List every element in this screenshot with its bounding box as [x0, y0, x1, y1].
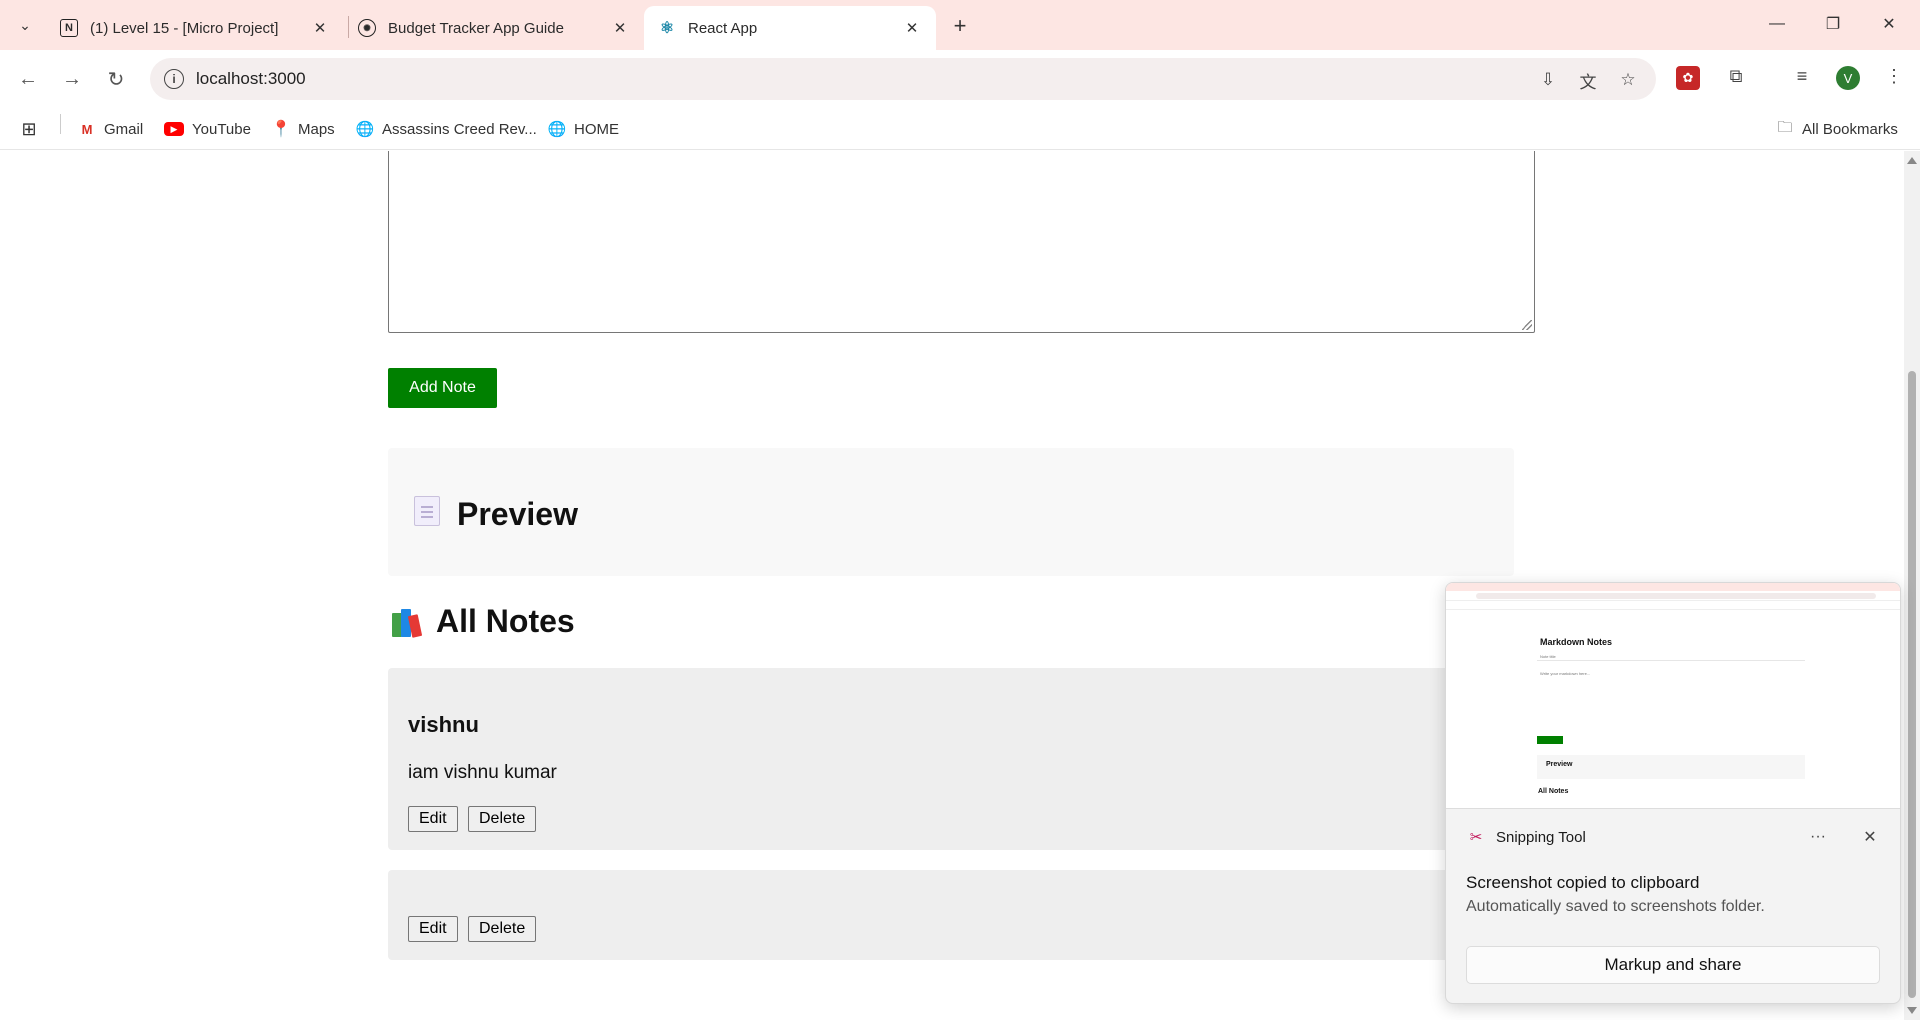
tab-strip: ⌄ N (1) Level 15 - [Micro Project] ✕ ✺ B…: [0, 0, 1920, 50]
thumbnail-tabstrip: [1446, 583, 1900, 591]
snipping-tool-notification: Markdown Notes Note title Write your mar…: [1445, 582, 1901, 1004]
toast-header: ✂ Snipping Tool: [1466, 827, 1586, 847]
tab-search-chevron-icon[interactable]: ⌄: [10, 12, 40, 38]
delete-button[interactable]: Delete: [468, 806, 537, 832]
bookmark-assassins-creed[interactable]: 🌐 Assassins Creed Rev...: [356, 118, 537, 140]
snipping-tool-icon: ✂: [1469, 829, 1483, 846]
markup-and-share-button[interactable]: Markup and share: [1466, 946, 1880, 984]
youtube-icon: ▶: [164, 122, 184, 136]
bookmark-label: HOME: [574, 120, 619, 138]
bookmark-home[interactable]: 🌐 HOME: [548, 118, 619, 140]
new-tab-plus-icon[interactable]: +: [946, 12, 974, 40]
add-note-button[interactable]: Add Note: [388, 368, 497, 408]
bookmark-label: Assassins Creed Rev...: [382, 120, 537, 138]
notion-icon: N: [60, 19, 78, 37]
page-scrollbar[interactable]: [1904, 151, 1920, 1020]
tab-title: Budget Tracker App Guide: [388, 19, 564, 37]
note-title: vishnu: [408, 712, 479, 737]
resize-handle[interactable]: [1522, 320, 1532, 330]
translate-icon[interactable]: 文: [1576, 68, 1600, 92]
back-arrow-icon[interactable]: ←: [12, 63, 44, 95]
bookmark-maps[interactable]: 📍 Maps: [271, 118, 335, 140]
thumbnail-preview-panel: [1537, 755, 1805, 779]
books-icon: [392, 607, 424, 638]
document-icon: [414, 496, 440, 526]
thumbnail-title-input: Note title: [1540, 654, 1556, 659]
bookmark-gmail[interactable]: M Gmail: [78, 118, 144, 140]
bookmark-star-icon[interactable]: ☆: [1616, 68, 1640, 92]
globe-icon: 🌐: [355, 121, 375, 138]
screenshot-thumbnail[interactable]: Markdown Notes Note title Write your mar…: [1446, 583, 1900, 809]
more-options-icon[interactable]: ···: [1806, 827, 1830, 847]
delete-button[interactable]: Delete: [468, 916, 537, 942]
scrollbar-thumb[interactable]: [1908, 371, 1916, 998]
bookmark-label: YouTube: [192, 120, 251, 138]
scroll-up-arrow-icon[interactable]: [1907, 157, 1917, 164]
globe-icon: 🌐: [547, 121, 567, 138]
tab-budget-tracker[interactable]: ✺ Budget Tracker App Guide ✕: [344, 6, 644, 50]
reload-icon[interactable]: ↻: [100, 63, 132, 95]
restore-icon[interactable]: ❐: [1810, 8, 1856, 40]
bookmark-youtube[interactable]: ▶ YouTube: [164, 118, 251, 140]
thumbnail-all-notes: All Notes: [1538, 788, 1569, 795]
tab-micro-project[interactable]: N (1) Level 15 - [Micro Project] ✕: [46, 6, 344, 50]
close-icon[interactable]: ✕: [902, 19, 922, 37]
toast-app-name: Snipping Tool: [1496, 828, 1586, 846]
close-icon[interactable]: ✕: [310, 19, 330, 37]
bookmarks-divider: [60, 114, 61, 134]
install-app-icon[interactable]: ⇩: [1536, 68, 1560, 92]
gmail-icon: M: [81, 121, 93, 137]
thumbnail-heading: Markdown Notes: [1540, 637, 1613, 647]
thumbnail-textarea: Write your markdown here...: [1540, 671, 1591, 676]
bookmark-label: Maps: [298, 120, 335, 138]
toast-submessage: Automatically saved to screenshots folde…: [1466, 898, 1765, 915]
thumbnail-bookmarks: [1446, 602, 1900, 610]
profile-avatar[interactable]: V: [1836, 66, 1860, 90]
close-icon[interactable]: ✕: [1858, 827, 1882, 847]
note-card: vishnu iam vishnu kumar Edit Delete: [388, 668, 1514, 850]
menu-kebab-icon[interactable]: ⋮: [1880, 62, 1908, 90]
note-content-textarea[interactable]: [388, 151, 1535, 333]
note-card: Edit Delete: [388, 870, 1514, 960]
all-notes-title: All Notes: [436, 603, 575, 639]
react-icon: ⚛: [659, 20, 675, 37]
media-control-icon[interactable]: ≡: [1788, 62, 1816, 90]
extension-icon[interactable]: ✿: [1676, 66, 1700, 90]
maps-pin-icon: 📍: [271, 121, 291, 138]
window-close-icon[interactable]: ✕: [1866, 8, 1912, 40]
bookmarks-bar: ⊞ M Gmail ▶ YouTube 📍 Maps 🌐 Assassins C…: [0, 108, 1920, 150]
address-bar[interactable]: i localhost:3000 ⇩ 文 ☆: [150, 58, 1656, 100]
extensions-puzzle-icon[interactable]: ⧉: [1722, 62, 1750, 90]
tab-title: React App: [688, 19, 758, 37]
tab-title: (1) Level 15 - [Micro Project]: [90, 19, 279, 37]
all-bookmarks-label: All Bookmarks: [1802, 120, 1898, 138]
bookmark-label: Gmail: [104, 120, 144, 138]
edit-button[interactable]: Edit: [408, 916, 458, 942]
site-info-icon[interactable]: i: [164, 69, 184, 89]
tab-react-app[interactable]: ⚛ React App ✕: [644, 6, 936, 50]
folder-icon: 🗀: [1777, 118, 1793, 136]
thumbnail-input-border: [1537, 660, 1805, 661]
thumbnail-address-bar: [1476, 593, 1876, 599]
all-bookmarks[interactable]: 🗀 All Bookmarks: [1776, 118, 1898, 140]
thumbnail-add-button: [1537, 736, 1563, 744]
close-icon[interactable]: ✕: [610, 19, 630, 37]
apps-grid-icon[interactable]: ⊞: [20, 118, 46, 140]
toast-message: Screenshot copied to clipboard: [1466, 873, 1700, 892]
forward-arrow-icon[interactable]: →: [56, 63, 88, 95]
note-body: iam vishnu kumar: [408, 762, 557, 783]
browser-toolbar: ← → ↻ i localhost:3000 ⇩ 文 ☆: [0, 50, 1920, 108]
all-notes-heading: All Notes: [392, 603, 575, 640]
thumbnail-preview: Preview: [1546, 761, 1573, 768]
openai-icon: ✺: [358, 19, 376, 37]
scroll-down-arrow-icon[interactable]: [1907, 1007, 1917, 1014]
edit-button[interactable]: Edit: [408, 806, 458, 832]
url-text[interactable]: localhost:3000: [196, 69, 306, 89]
preview-heading: Preview: [457, 496, 578, 532]
minimize-icon[interactable]: —: [1754, 8, 1800, 40]
preview-panel: Preview: [388, 448, 1514, 576]
